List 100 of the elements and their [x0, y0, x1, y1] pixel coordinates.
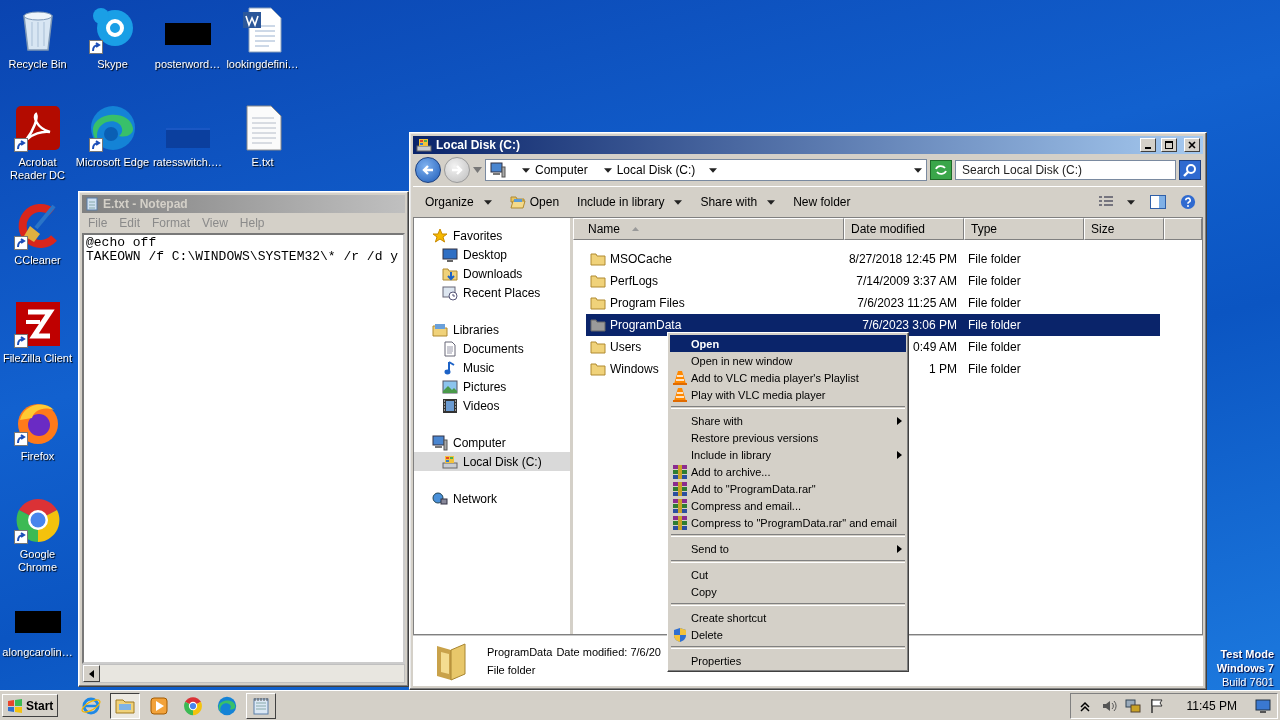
menu-item[interactable]: Cut	[670, 566, 906, 583]
menu-item[interactable]: Add to VLC media player's Playlist	[670, 369, 906, 386]
swirl-app-icon[interactable]	[13, 104, 62, 152]
desktop-icon-label[interactable]: Microsoft Edge	[75, 156, 150, 169]
desktop-icon-label[interactable]: CCleaner	[14, 254, 61, 267]
flag-icon[interactable]	[1148, 697, 1165, 714]
swirl-circle-icon[interactable]	[88, 104, 137, 152]
caret-icon	[522, 167, 530, 173]
menu-item[interactable]: Delete	[670, 626, 906, 643]
file-row[interactable]: ProgramData 7/6/2023 3:06 PM File folder	[586, 314, 1160, 336]
scroll-left-icon[interactable]	[89, 669, 94, 678]
taskbar-button[interactable]	[110, 692, 141, 719]
desktop-icon-label[interactable]: Recycle Bin	[8, 58, 67, 71]
menu-item[interactable]: Include in library	[670, 446, 906, 463]
menu-item[interactable]: Restore previous versions	[670, 429, 906, 446]
toolbar-button[interactable]: New folder	[787, 192, 857, 212]
desktop-icon-label[interactable]: ratesswitch.…	[152, 156, 223, 169]
nav-item[interactable]: Libraries	[414, 320, 570, 339]
menu-item[interactable]: Copy	[670, 583, 906, 600]
text-area[interactable]: @echo off TAKEOWN /f C:\WINDOWS\SYSTEM32\* /r /d y	[82, 233, 405, 664]
minimize-button[interactable]	[1140, 138, 1156, 152]
nav-item[interactable]: Pictures	[414, 377, 570, 396]
toolbar-button[interactable]: Share with	[694, 192, 782, 212]
picture-icon	[442, 378, 458, 395]
search-field[interactable]: Search Local Disk (C:)	[955, 160, 1176, 180]
menu-item[interactable]: Play with VLC media player	[670, 386, 906, 403]
menu-item[interactable]: Add to "ProgramData.rar"	[670, 480, 906, 497]
desktop-icon-label[interactable]: E.txt	[251, 156, 274, 169]
desktop-icon-label[interactable]: alongcarolin…	[2, 646, 73, 659]
menu-item[interactable]: Share with	[670, 412, 906, 429]
desktop-icon-label[interactable]: Firefox	[20, 450, 55, 463]
menu-item[interactable]: Create shortcut	[670, 609, 906, 626]
close-button[interactable]	[1184, 138, 1200, 152]
traffic-cone-icon	[672, 386, 688, 403]
column-header[interactable]: Size	[1084, 218, 1164, 240]
desktop-icon-label[interactable]: lookingdefini…	[226, 58, 299, 71]
history-caret-icon[interactable]	[473, 167, 482, 173]
library-icon	[432, 321, 448, 338]
help-icon[interactable]	[1179, 194, 1197, 210]
folder-icon	[590, 339, 606, 355]
window-title: Local Disk (C:)	[436, 138, 521, 152]
desktop-icon-label[interactable]: Google Chrome	[17, 548, 58, 574]
network-icon[interactable]	[1124, 697, 1141, 714]
desktop-icon-label[interactable]: Skype	[97, 58, 128, 71]
nav-item[interactable]: Favorites	[414, 226, 570, 245]
desktop-icon-label[interactable]: Acrobat Reader DC	[10, 156, 65, 182]
date-cell-text: 7/6/2023 3:06 PM	[861, 318, 958, 332]
menu-item[interactable]: Compress to "ProgramData.rar" and email	[670, 514, 906, 531]
menu-item[interactable]: Compress and email...	[670, 497, 906, 514]
preview-pane-icon[interactable]	[1149, 194, 1167, 210]
file-name[interactable]: Users	[610, 340, 642, 354]
open-folder-icon	[509, 194, 526, 210]
toolbar-button[interactable]: Include in library	[571, 192, 689, 212]
breadcrumb-item[interactable]: Computer	[514, 163, 590, 177]
maximize-button[interactable]	[1161, 138, 1177, 152]
film-icon	[442, 397, 458, 414]
file-name[interactable]: MSOCache	[610, 252, 673, 266]
file-name[interactable]: PerfLogs	[610, 274, 659, 288]
menu-item[interactable]: Open	[670, 335, 906, 352]
nav-item[interactable]: Recent Places	[414, 283, 570, 302]
nav-item[interactable]: Network	[414, 489, 570, 508]
toolbar-button[interactable]: Organize	[419, 192, 498, 212]
show-desktop-icon[interactable]	[1255, 697, 1271, 714]
menu-item[interactable]: Properties	[670, 652, 906, 669]
sort-arrow-icon	[632, 227, 639, 231]
refresh-button[interactable]	[930, 160, 952, 180]
file-name[interactable]: Program Files	[610, 296, 685, 310]
desktop-icon-label[interactable]: FileZilla Client	[2, 352, 73, 365]
back-button[interactable]	[415, 157, 441, 183]
recent-places-icon	[442, 284, 458, 301]
nav-item[interactable]: Computer	[414, 433, 570, 452]
nav-item[interactable]: Documents	[414, 339, 570, 358]
column-header[interactable]	[1164, 218, 1202, 240]
nav-item[interactable]: Local Disk (C:)	[414, 452, 570, 471]
menu-item[interactable]: Add to archive...	[670, 463, 906, 480]
address-bar[interactable]: Computer Local Disk (C:)	[485, 159, 927, 181]
column-header[interactable]: Name	[573, 218, 844, 240]
column-header[interactable]: Type	[964, 218, 1084, 240]
search-button[interactable]	[1179, 160, 1201, 180]
archive-icon	[672, 480, 688, 497]
clock[interactable]: 11:45 PM	[1186, 698, 1237, 713]
shield-icon	[672, 626, 688, 643]
scrollbar[interactable]	[82, 664, 405, 683]
file-name[interactable]: ProgramData	[610, 318, 682, 332]
nav-item[interactable]: Downloads	[414, 264, 570, 283]
type-cell-text: File folder	[967, 340, 1022, 354]
nav-item[interactable]: Desktop	[414, 245, 570, 264]
date-cell-text: 1 PM	[928, 362, 958, 376]
menu-item[interactable]: Open in new window	[670, 352, 906, 369]
nav-item[interactable]: Videos	[414, 396, 570, 415]
column-header[interactable]: Date modified	[844, 218, 964, 240]
app-icon[interactable]	[13, 300, 62, 348]
desktop-icon-label[interactable]: posterword…	[154, 58, 221, 71]
start-button[interactable]: Start	[2, 694, 59, 717]
breadcrumb-item[interactable]: Local Disk (C:)	[595, 163, 698, 177]
toolbar-button[interactable]: Open	[503, 191, 566, 213]
file-name[interactable]: Windows	[610, 362, 659, 376]
type-cell-text: File folder	[967, 296, 1022, 310]
menu-item[interactable]: Send to	[670, 540, 906, 557]
nav-item[interactable]: Music	[414, 358, 570, 377]
